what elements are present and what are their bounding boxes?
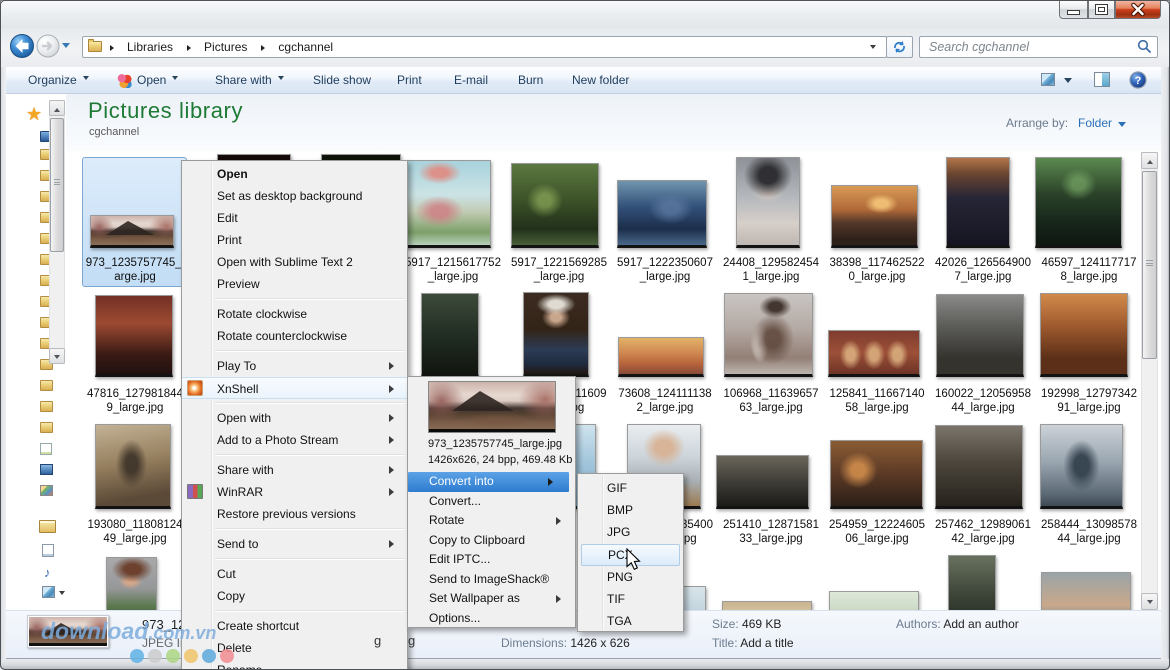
svg-text:?: ? bbox=[1135, 75, 1142, 87]
